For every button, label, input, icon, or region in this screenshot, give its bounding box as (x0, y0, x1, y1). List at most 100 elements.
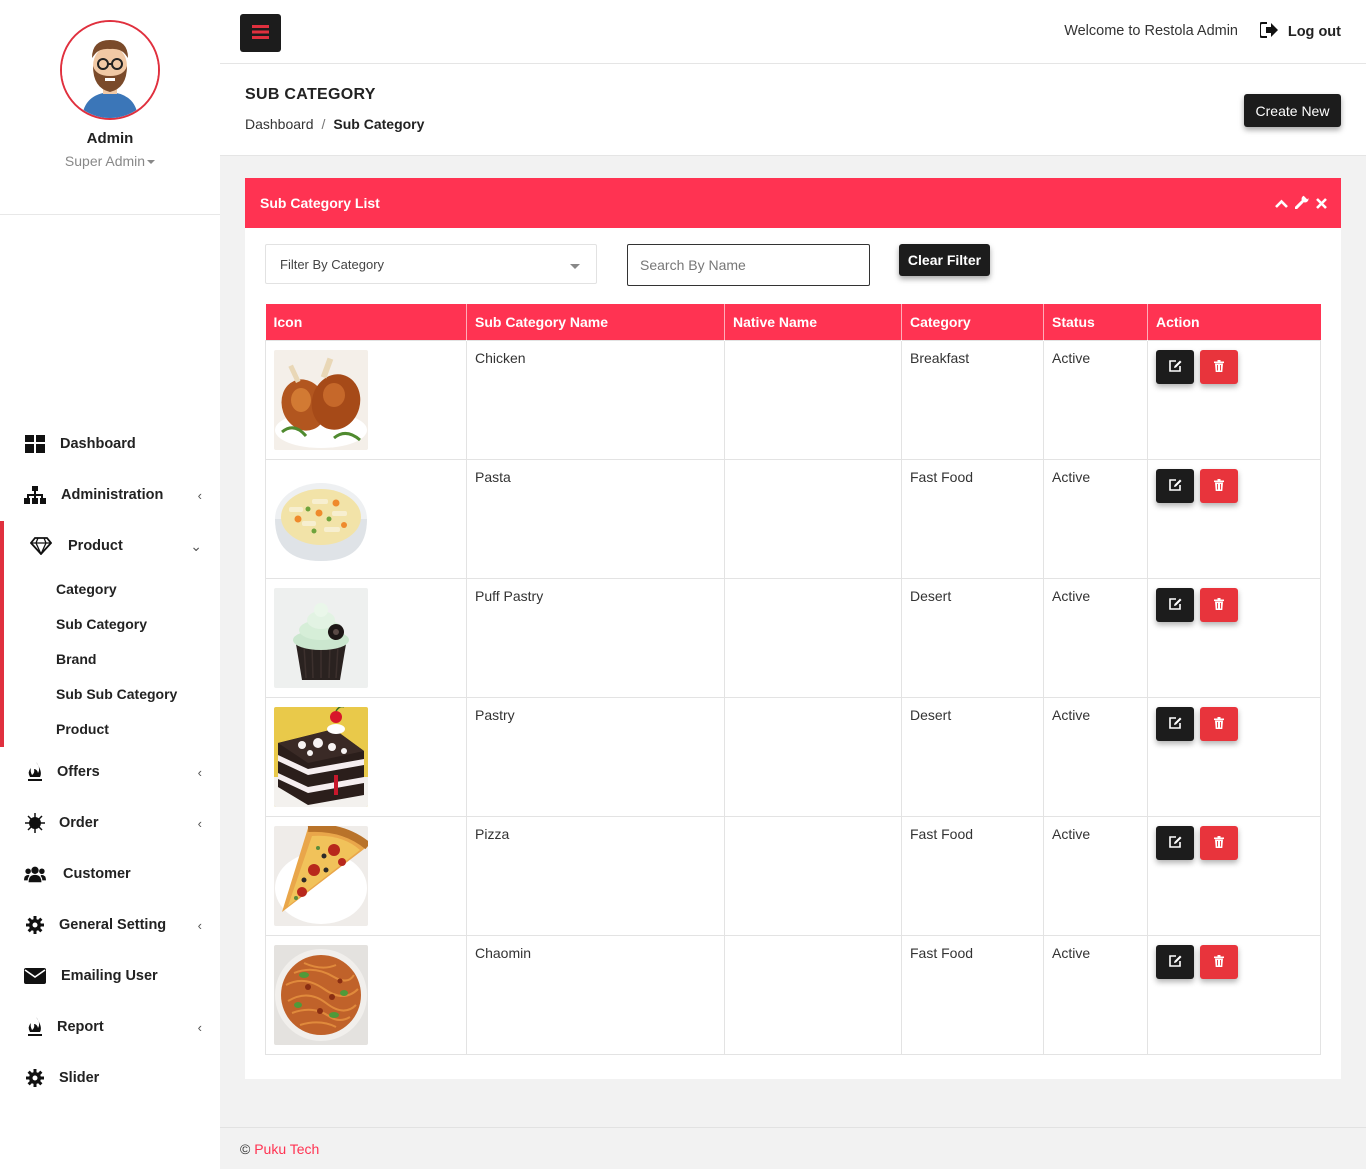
action-cell (1147, 696, 1321, 817)
create-new-button[interactable]: Create New (1244, 94, 1341, 127)
delete-button[interactable] (1200, 587, 1238, 622)
edit-button[interactable] (1156, 468, 1194, 503)
sidebar-item-label: Report (57, 1019, 104, 1035)
logout-link[interactable]: Log out (1288, 24, 1341, 40)
action-cell (1147, 815, 1321, 936)
dashboard-icon (24, 433, 46, 455)
sidebar-item-administration[interactable]: Administration ‹ (0, 475, 220, 515)
native-name-cell (724, 815, 902, 936)
sidebar-item-label: Product (68, 538, 123, 554)
page-header: SUB CATEGORY Dashboard / Sub Category Crea… (220, 64, 1366, 156)
chevron-left-icon: ‹ (197, 917, 202, 933)
sidebar-item-emailing-user[interactable]: Emailing User (0, 956, 220, 996)
sidebar-item-label: Order (59, 815, 99, 831)
sidebar-item-label: General Setting (59, 917, 167, 933)
edit-button[interactable] (1156, 349, 1194, 384)
page-title: SUB CATEGORY (245, 86, 376, 103)
chicken-image (274, 349, 368, 450)
edit-button[interactable] (1156, 706, 1194, 741)
chevron-left-icon: ‹ (197, 815, 202, 831)
fire-icon (24, 1016, 46, 1038)
category-cell: Breakfast (901, 339, 1044, 460)
card-header: Sub Category List (245, 178, 1341, 228)
name-cell: Pastry (466, 696, 725, 817)
chevron-left-icon: ‹ (197, 764, 202, 780)
sidebar-subitem-sub-sub-category[interactable]: Sub Sub Category (56, 686, 177, 702)
delete-button[interactable] (1200, 468, 1238, 503)
breadcrumb-home-link[interactable]: Dashboard (245, 116, 314, 132)
table-row: Chaomin Fast Food Active (265, 934, 1321, 1055)
diamond-icon (30, 535, 52, 557)
status-cell: Active (1043, 339, 1148, 460)
category-cell: Desert (901, 696, 1044, 817)
chevron-left-icon: ‹ (197, 487, 202, 503)
sign-out-icon[interactable] (1259, 22, 1278, 41)
trash-icon (1214, 597, 1224, 613)
sub-category-table: Icon Sub Category Name Native Name Categ… (265, 304, 1321, 1055)
sidebar-item-order[interactable]: Order ‹ (0, 803, 220, 843)
trash-icon (1214, 954, 1224, 970)
sidebar-subitem-product[interactable]: Product (56, 721, 109, 737)
sidebar-subitem-category[interactable]: Category (56, 581, 117, 597)
sidebar-item-report[interactable]: Report ‹ (0, 1007, 220, 1047)
edit-icon (1168, 359, 1182, 375)
trash-icon (1214, 835, 1224, 851)
sidebar-item-offers[interactable]: Offers ‹ (0, 752, 220, 792)
table-row: Pastry Desert Active (265, 696, 1321, 817)
wrench-icon[interactable] (1294, 193, 1310, 212)
pizza-image (274, 825, 368, 926)
name-cell: Chicken (466, 339, 725, 460)
profile-name: Admin (86, 130, 134, 147)
delete-button[interactable] (1200, 706, 1238, 741)
chevron-left-icon: ‹ (197, 1019, 202, 1035)
sidebar-item-product[interactable]: Product ⌄ (0, 526, 220, 566)
category-cell: Fast Food (901, 458, 1044, 579)
menu-toggle-button[interactable] (240, 14, 281, 52)
sidebar-item-dashboard[interactable]: Dashboard (0, 424, 220, 464)
edit-button[interactable] (1156, 587, 1194, 622)
sidebar-item-label: Administration (61, 487, 164, 503)
name-cell: Pasta (466, 458, 725, 579)
noodles-image (274, 944, 368, 1045)
fire-icon (24, 761, 46, 783)
sidebar-item-label: Slider (59, 1070, 100, 1086)
copyright: © Puku Tech (240, 1141, 319, 1157)
icon-cell (265, 339, 467, 460)
action-cell (1147, 577, 1321, 698)
footer-brand-link[interactable]: Puku Tech (254, 1141, 319, 1157)
edit-button[interactable] (1156, 825, 1194, 860)
footer: © Puku Tech (220, 1127, 1366, 1169)
column-header-status: Status (1043, 304, 1148, 340)
name-cell: Puff Pastry (466, 577, 725, 698)
delete-button[interactable] (1200, 349, 1238, 384)
sidebar-item-general-setting[interactable]: General Setting ‹ (0, 905, 220, 945)
search-input[interactable] (627, 244, 870, 286)
clear-filter-button[interactable]: Clear Filter (899, 244, 990, 276)
sidebar-item-label: Offers (57, 764, 100, 780)
sidebar-item-label: Emailing User (61, 968, 158, 984)
sidebar-subitem-sub-category[interactable]: Sub Category (56, 616, 147, 632)
edit-icon (1168, 597, 1182, 613)
profile-panel: Admin Super Admin (0, 20, 220, 215)
avatar[interactable] (60, 20, 160, 120)
sidebar-item-customer[interactable]: Customer (0, 854, 220, 894)
sitemap-icon (24, 484, 46, 506)
native-name-cell (724, 339, 902, 460)
breadcrumb: Dashboard / Sub Category (245, 116, 424, 132)
sidebar-item-slider[interactable]: Slider (0, 1058, 220, 1098)
sidebar-subitem-brand[interactable]: Brand (56, 651, 96, 667)
breadcrumb-separator: / (321, 116, 326, 132)
chevron-up-icon[interactable] (1275, 196, 1288, 212)
icon-cell (265, 696, 467, 817)
chevron-down-icon: ⌄ (190, 537, 202, 554)
profile-role-dropdown[interactable]: Super Admin (0, 153, 220, 169)
status-cell: Active (1043, 815, 1148, 936)
copyright-symbol: © (240, 1141, 251, 1157)
edit-button[interactable] (1156, 944, 1194, 979)
close-icon[interactable] (1316, 196, 1327, 212)
category-filter-select[interactable]: Filter By Category (265, 244, 597, 284)
delete-button[interactable] (1200, 825, 1238, 860)
name-cell: Chaomin (466, 934, 725, 1055)
delete-button[interactable] (1200, 944, 1238, 979)
sidebar: Admin Super Admin Dashboard Administrati… (0, 0, 220, 1169)
